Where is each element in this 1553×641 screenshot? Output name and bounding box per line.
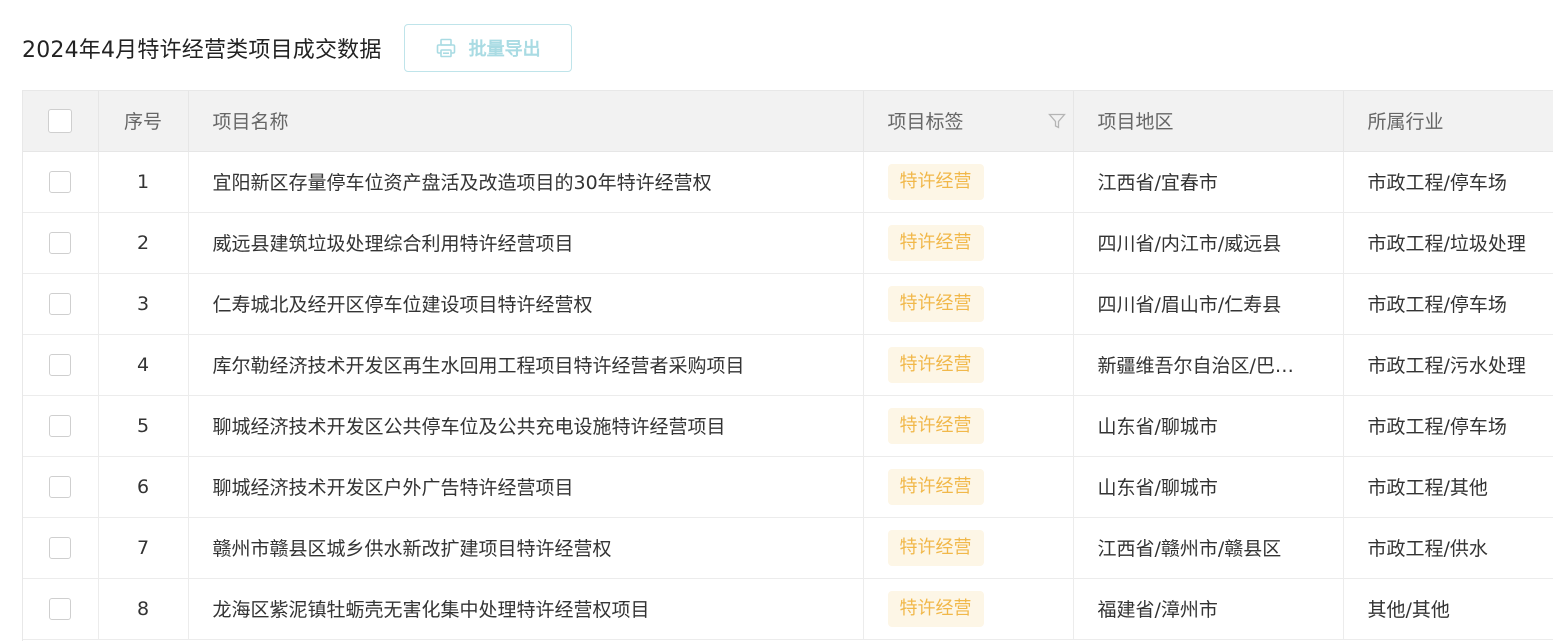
table-row[interactable]: 5 聊城经济技术开发区公共停车位及公共充电设施特许经营项目 特许经营 山东省/聊… [23,395,1553,457]
table-row[interactable]: 4 库尔勒经济技术开发区再生水回用工程项目特许经营者采购项目 特许经营 新疆维吾… [23,334,1553,396]
row-checkbox[interactable] [49,170,72,193]
row-seq: 6 [98,456,189,518]
row-project-name[interactable]: 宜阳新区存量停车位资产盘活及改造项目的30年特许经营权 [188,151,864,213]
row-checkbox[interactable] [49,597,72,620]
column-header-seq: 序号 [98,91,189,152]
row-project-name[interactable]: 赣州市赣县区城乡供水新改扩建项目特许经营权 [188,517,864,579]
select-all-checkbox[interactable] [48,108,73,133]
row-industry: 市政工程/停车场 [1343,395,1553,457]
project-tag-badge: 特许经营 [887,163,984,200]
row-industry: 市政工程/其他 [1343,456,1553,518]
table-row[interactable]: 1 宜阳新区存量停车位资产盘活及改造项目的30年特许经营权 特许经营 江西省/宜… [23,151,1553,213]
row-seq: 4 [98,334,189,396]
row-region: 山东省/聊城市 [1073,456,1344,518]
filter-icon[interactable] [1047,111,1067,131]
row-seq: 2 [98,212,189,274]
row-seq: 7 [98,517,189,579]
row-project-name[interactable]: 威远县建筑垃圾处理综合利用特许经营项目 [188,212,864,274]
row-industry: 市政工程/停车场 [1343,273,1553,335]
project-tag-badge: 特许经营 [887,590,984,627]
column-header-region: 项目地区 [1073,91,1344,152]
row-seq: 5 [98,395,189,457]
table-row[interactable]: 6 聊城经济技术开发区户外广告特许经营项目 特许经营 山东省/聊城市 市政工程/… [23,456,1553,518]
row-region: 江西省/赣州市/赣县区 [1073,517,1344,579]
row-region: 四川省/内江市/威远县 [1073,212,1344,274]
select-all-cell [23,91,99,152]
table-row[interactable]: 3 仁寿城北及经开区停车位建设项目特许经营权 特许经营 四川省/眉山市/仁寿县 … [23,273,1553,335]
project-tag-badge: 特许经营 [887,468,984,505]
row-region: 福建省/漳州市 [1073,578,1344,640]
row-region: 四川省/眉山市/仁寿县 [1073,273,1344,335]
row-industry: 市政工程/污水处理 [1343,334,1553,396]
row-checkbox[interactable] [49,292,72,315]
row-region: 江西省/宜春市 [1073,151,1344,213]
row-project-name[interactable]: 聊城经济技术开发区公共停车位及公共充电设施特许经营项目 [188,395,864,457]
row-checkbox[interactable] [49,414,72,437]
row-region: 新疆维吾尔自治区/巴… [1073,334,1344,396]
batch-export-button[interactable]: 批量导出 [403,24,572,72]
row-checkbox[interactable] [49,353,72,376]
row-seq: 8 [98,578,189,640]
table-row[interactable]: 7 赣州市赣县区城乡供水新改扩建项目特许经营权 特许经营 江西省/赣州市/赣县区… [23,517,1553,579]
project-tag-badge: 特许经营 [887,346,984,383]
table-row[interactable]: 2 威远县建筑垃圾处理综合利用特许经营项目 特许经营 四川省/内江市/威远县 市… [23,212,1553,274]
row-project-name[interactable]: 聊城经济技术开发区户外广告特许经营项目 [188,456,864,518]
row-industry: 市政工程/供水 [1343,517,1553,579]
column-header-tag-label: 项目标签 [887,111,964,134]
row-seq: 1 [98,151,189,213]
row-checkbox[interactable] [49,231,72,254]
row-industry: 市政工程/垃圾处理 [1343,212,1553,274]
project-tag-badge: 特许经营 [887,407,984,444]
project-tag-badge: 特许经营 [887,285,984,322]
deal-data-table: 序号 项目名称 项目标签 项目地区 所属行业 1 宜阳新区存量停车位资产盘活及改… [22,90,1553,641]
table-row[interactable]: 8 龙海区紫泥镇牡蛎壳无害化集中处理特许经营权项目 特许经营 福建省/漳州市 其… [23,578,1553,640]
column-header-industry: 所属行业 [1343,91,1553,152]
row-project-name[interactable]: 库尔勒经济技术开发区再生水回用工程项目特许经营者采购项目 [188,334,864,396]
row-region: 山东省/聊城市 [1073,395,1344,457]
page-title: 2024年4月特许经营类项目成交数据 [22,38,382,63]
project-tag-badge: 特许经营 [887,529,984,566]
batch-export-label: 批量导出 [468,39,541,60]
table-header-row: 序号 项目名称 项目标签 项目地区 所属行业 [23,91,1553,152]
row-seq: 3 [98,273,189,335]
row-industry: 其他/其他 [1343,578,1553,640]
project-tag-badge: 特许经营 [887,224,984,261]
row-project-name[interactable]: 龙海区紫泥镇牡蛎壳无害化集中处理特许经营权项目 [188,578,864,640]
column-header-name: 项目名称 [188,91,864,152]
row-industry: 市政工程/停车场 [1343,151,1553,213]
printer-icon [435,37,457,59]
row-project-name[interactable]: 仁寿城北及经开区停车位建设项目特许经营权 [188,273,864,335]
row-checkbox[interactable] [49,475,72,498]
title-bar: 2024年4月特许经营类项目成交数据 批量导出 [22,24,572,72]
row-checkbox[interactable] [49,536,72,559]
column-header-tag: 项目标签 [863,91,1074,152]
